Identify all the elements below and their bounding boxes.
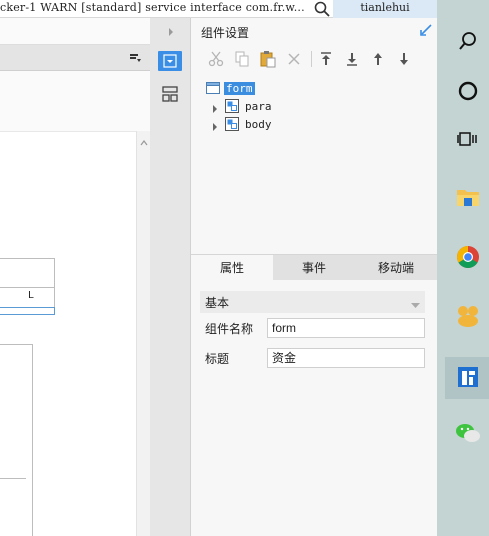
- tree-node-label: para: [245, 99, 272, 113]
- form-canvas[interactable]: L: [0, 131, 136, 536]
- tree-toolbar: [191, 45, 437, 73]
- container-icon: [225, 99, 239, 113]
- copy-icon[interactable]: [233, 50, 251, 68]
- file-explorer-icon[interactable]: [451, 180, 485, 214]
- finereport-icon[interactable]: [451, 360, 485, 394]
- panel-title: 组件设置: [201, 26, 250, 40]
- search-icon[interactable]: [451, 24, 485, 58]
- column-header-cell[interactable]: L: [0, 287, 55, 308]
- move-top-icon[interactable]: [317, 50, 335, 68]
- grid-cell[interactable]: [0, 258, 55, 288]
- component-name-label: 组件名称: [205, 322, 254, 336]
- expand-icon[interactable]: [419, 23, 433, 37]
- tree-node-label: form: [224, 81, 255, 95]
- log-text: cker-1 WARN [standard] service interface…: [0, 1, 305, 14]
- title-field[interactable]: 资金: [267, 348, 425, 368]
- cortana-icon[interactable]: [451, 74, 485, 108]
- selected-cell[interactable]: [0, 307, 55, 315]
- chevron-down-icon[interactable]: [411, 298, 420, 308]
- tree-node-label: body: [245, 117, 272, 131]
- component-name-field[interactable]: form: [267, 318, 425, 338]
- section-label: 基本: [205, 296, 230, 310]
- vertical-scrollbar[interactable]: [136, 131, 150, 536]
- user-name[interactable]: tianlehui: [333, 0, 437, 18]
- component-settings-button[interactable]: [158, 51, 182, 71]
- body-container[interactable]: [0, 344, 33, 536]
- wechat-icon[interactable]: [451, 416, 485, 450]
- section-basic[interactable]: 基本: [200, 291, 425, 313]
- chrome-icon[interactable]: [451, 240, 485, 274]
- search-icon[interactable]: [313, 0, 331, 17]
- editor-tab-strip: [0, 18, 150, 45]
- component-settings-panel: 组件设置 form para body 属性 事件 移动端 基本 组件名称 fo…: [191, 18, 437, 536]
- tree-node-body[interactable]: body: [211, 115, 274, 133]
- container-icon: [225, 117, 239, 131]
- tree-node-form[interactable]: form: [206, 79, 255, 97]
- toolbar-separator: [311, 51, 312, 67]
- toolbar-dropdown-icon[interactable]: [128, 51, 142, 65]
- scroll-up-icon[interactable]: [140, 136, 148, 146]
- move-up-icon[interactable]: [369, 50, 387, 68]
- taskbar: [437, 0, 489, 536]
- title-label: 标题: [205, 352, 230, 366]
- log-bar: cker-1 WARN [standard] service interface…: [0, 0, 333, 18]
- column-label: L: [28, 290, 34, 301]
- app-icon[interactable]: [451, 299, 485, 333]
- settings-tabs: 属性 事件 移动端: [191, 254, 437, 281]
- paste-icon[interactable]: [259, 50, 277, 68]
- tab-events[interactable]: 事件: [273, 255, 355, 281]
- delete-icon[interactable]: [285, 50, 303, 68]
- divider: [0, 477, 26, 479]
- task-view-icon[interactable]: [451, 122, 485, 156]
- cut-icon[interactable]: [207, 50, 225, 68]
- collapse-arrow-icon[interactable]: [166, 26, 176, 38]
- form-icon: [206, 81, 220, 95]
- tree-node-para[interactable]: para: [211, 97, 274, 115]
- editor-toolbar: [0, 45, 150, 71]
- side-icon-strip: [150, 18, 191, 536]
- design-editor: L: [0, 18, 150, 536]
- tab-properties[interactable]: 属性: [191, 255, 273, 281]
- expand-arrow-icon[interactable]: [211, 120, 219, 131]
- move-bottom-icon[interactable]: [343, 50, 361, 68]
- expand-arrow-icon[interactable]: [211, 102, 219, 113]
- tab-mobile[interactable]: 移动端: [355, 255, 437, 281]
- layout-icon[interactable]: [161, 85, 179, 103]
- move-down-icon[interactable]: [395, 50, 413, 68]
